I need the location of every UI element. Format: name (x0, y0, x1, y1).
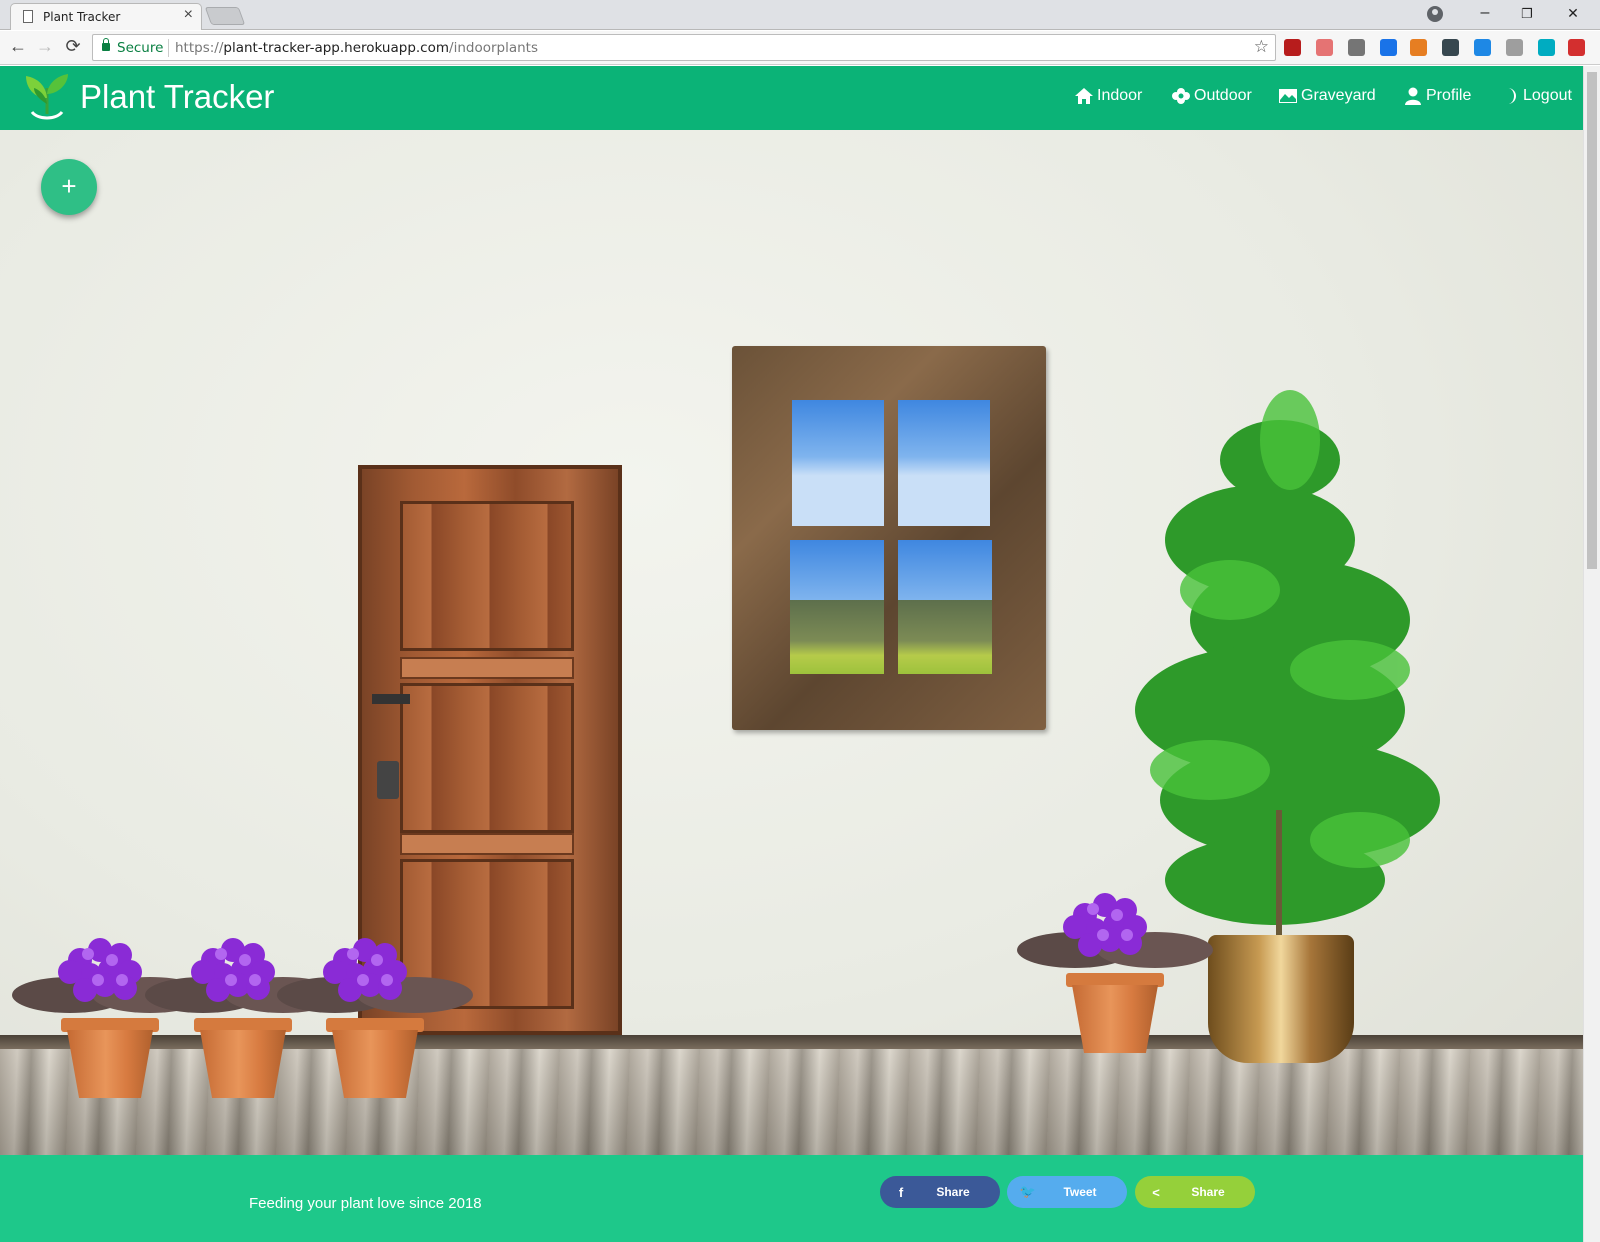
nav-outdoor[interactable]: Outdoor (1171, 86, 1252, 106)
terracotta-pot (200, 1030, 286, 1098)
browser-extension-icon[interactable] (1568, 39, 1585, 56)
nav-graveyard-label: Graveyard (1301, 87, 1376, 104)
browser-extension-icon[interactable] (1380, 39, 1397, 56)
brand-title[interactable]: Plant Tracker (80, 78, 274, 116)
browser-extension-icon[interactable] (1442, 39, 1459, 56)
address-bar[interactable]: Secure https://plant-tracker-app.herokua… (92, 34, 1276, 61)
restore-button[interactable]: ❐ (1517, 6, 1537, 22)
terracotta-pot (67, 1030, 153, 1098)
nav-outdoor-label: Outdoor (1194, 87, 1252, 104)
url-text[interactable]: https://plant-tracker-app.herokuapp.com/… (175, 40, 538, 56)
browser-tab-bar: Plant Tracker × – ❐ ✕ (0, 0, 1600, 30)
terracotta-pot (1072, 985, 1158, 1053)
nav-graveyard[interactable]: Graveyard (1278, 86, 1376, 106)
flower-icon (1172, 88, 1190, 104)
new-tab-button[interactable] (204, 7, 246, 25)
scrollbar-thumb[interactable] (1587, 72, 1597, 569)
generic-share-button[interactable]: < Share (1135, 1176, 1255, 1208)
browser-extension-icon[interactable] (1506, 39, 1523, 56)
plant-logo-icon[interactable] (20, 70, 74, 124)
window-pane (898, 400, 990, 526)
nav-logout-label: Logout (1523, 87, 1572, 104)
url-scheme: https:// (175, 40, 224, 56)
image-icon (1279, 89, 1297, 103)
nav-indoor[interactable]: Indoor (1074, 86, 1142, 106)
url-divider (168, 39, 169, 57)
tab-close-icon[interactable]: × (184, 6, 193, 24)
footer: Feeding your plant love since 2018 f Sha… (0, 1155, 1583, 1242)
window-illustration (732, 346, 1046, 730)
add-plant-button[interactable]: + (41, 159, 97, 215)
minimize-button[interactable]: – (1475, 4, 1495, 22)
door-lock (377, 761, 399, 799)
browser-tab[interactable]: Plant Tracker × (10, 3, 202, 30)
home-icon (1075, 88, 1093, 104)
pot-rim (1066, 973, 1164, 987)
moon-icon (1508, 88, 1516, 104)
browser-extension-icon[interactable] (1474, 39, 1491, 56)
page-icon (23, 10, 33, 23)
url-path: /indoorplants (449, 40, 538, 56)
tree-trunk (1276, 810, 1282, 950)
terracotta-pot (332, 1030, 418, 1098)
close-window-button[interactable]: ✕ (1563, 5, 1583, 22)
nav-indoor-label: Indoor (1097, 87, 1143, 104)
twitter-tweet-label: Tweet (1063, 1185, 1097, 1199)
browser-extension-icon[interactable] (1316, 39, 1333, 56)
back-icon[interactable]: ← (7, 36, 29, 57)
lock-icon (102, 38, 110, 51)
facebook-share-button[interactable]: f Share (880, 1176, 1000, 1208)
facebook-icon: f (898, 1184, 904, 1200)
person-icon (1405, 87, 1421, 105)
browser-extension-icon[interactable] (1538, 39, 1555, 56)
share-icon: < (1152, 1184, 1160, 1200)
browser-profile-icon[interactable] (1427, 6, 1443, 22)
window-pane (790, 540, 884, 674)
twitter-tweet-button[interactable]: 🐦 Tweet (1007, 1176, 1127, 1208)
tab-title: Plant Tracker (43, 10, 121, 24)
bookmark-star-icon[interactable]: ☆ (1254, 37, 1269, 57)
indoor-room-scene: + (0, 130, 1583, 1155)
window-pane (792, 400, 884, 526)
window-pane (898, 540, 992, 674)
nav-profile[interactable]: Profile (1403, 86, 1471, 106)
nav-logout[interactable]: Logout (1500, 86, 1572, 106)
url-host: plant-tracker-app.herokuapp.com (223, 40, 450, 56)
app-root: Plant Tracker Indoor Outdoor Graveyard P… (0, 66, 1583, 1242)
nav-profile-label: Profile (1426, 87, 1472, 104)
secure-label: Secure (117, 40, 164, 56)
forward-icon[interactable]: → (34, 36, 56, 57)
browser-extension-icon[interactable] (1410, 39, 1427, 56)
browser-extension-icon[interactable] (1348, 39, 1365, 56)
footer-tagline: Feeding your plant love since 2018 (249, 1195, 482, 1212)
page-scrollbar[interactable] (1583, 66, 1600, 1242)
twitter-icon: 🐦 (1019, 1184, 1037, 1199)
door-handle (372, 694, 410, 704)
browser-toolbar: ← → ⟳ Secure https://plant-tracker-app.h… (0, 31, 1600, 65)
brass-planter (1208, 935, 1354, 1063)
pot-rim (326, 1018, 424, 1032)
navbar: Plant Tracker Indoor Outdoor Graveyard P… (0, 66, 1583, 130)
facebook-share-label: Share (936, 1185, 970, 1199)
reload-icon[interactable]: ⟳ (62, 36, 84, 57)
generic-share-label: Share (1191, 1185, 1225, 1199)
browser-extension-icon[interactable] (1284, 39, 1301, 56)
